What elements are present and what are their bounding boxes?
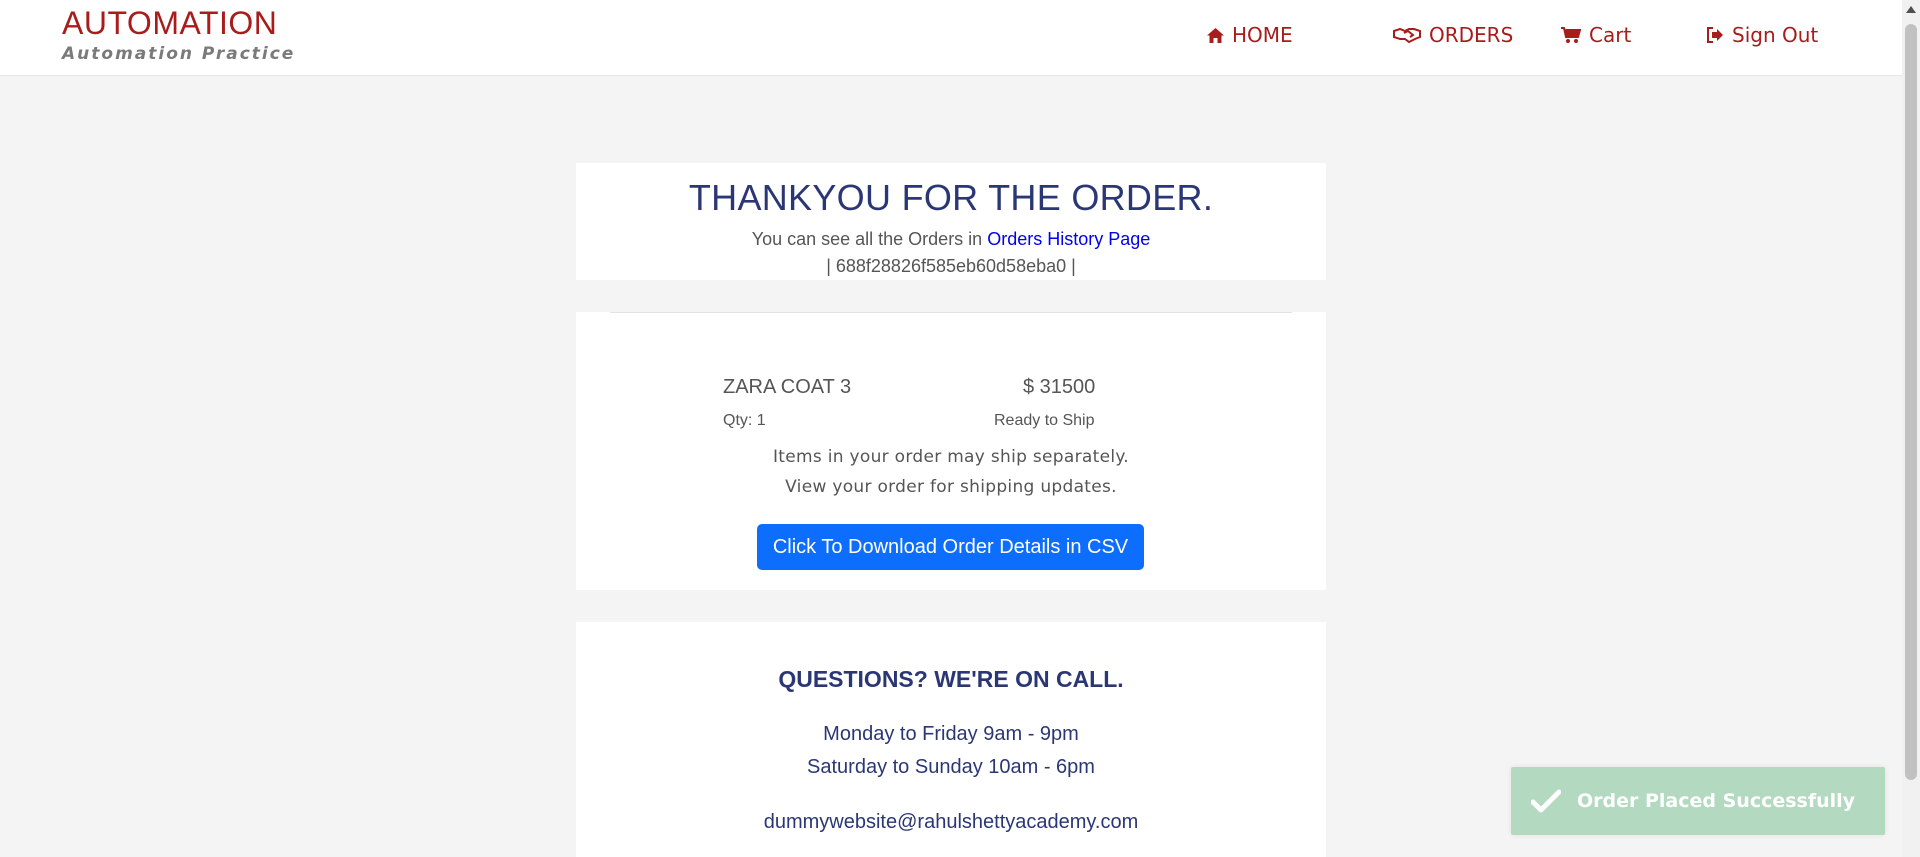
toast-message: Order Placed Successfully [1577, 790, 1856, 812]
order-success-toast[interactable]: Order Placed Successfully [1511, 767, 1885, 835]
order-id: | 688f28826f585eb60d58eba0 | [826, 256, 1076, 276]
orders-history-prefix: You can see all the Orders in [751, 229, 988, 249]
item-status: Ready to Ship [994, 412, 1095, 429]
item-name: ZARA COAT 3 [723, 376, 852, 398]
nav-cart-label: Cart [1589, 23, 1632, 47]
top-navbar: AUTOMATION Automation Practice HOME ORDE… [0, 0, 1902, 76]
nav-home-button[interactable]: HOME [1207, 22, 1293, 48]
item-price: $ 31500 [1023, 376, 1096, 398]
scroll-up-arrow-icon[interactable] [1906, 6, 1916, 13]
thank-you-card: THANKYOU FOR THE ORDER. You can see all … [576, 163, 1326, 280]
nav-orders-button[interactable]: ORDERS [1393, 22, 1513, 48]
handshake-icon [1393, 27, 1421, 43]
download-csv-button[interactable]: Click To Download Order Details in CSV [757, 524, 1144, 570]
orders-history-line: You can see all the Orders in Orders His… [576, 229, 1326, 250]
contact-card: QUESTIONS? WE'RE ON CALL. Monday to Frid… [576, 622, 1326, 857]
orders-history-link[interactable]: Orders History Page [987, 229, 1150, 249]
contact-email[interactable]: dummywebsite@rahulshettyacademy.com [576, 811, 1326, 834]
brand-title: AUTOMATION [62, 5, 278, 41]
brand-subtitle: Automation Practice [62, 44, 296, 64]
contact-title: QUESTIONS? WE'RE ON CALL. [778, 666, 1124, 692]
vertical-scrollbar[interactable] [1902, 0, 1920, 857]
brand-logo[interactable]: AUTOMATION Automation Practice [62, 4, 295, 64]
shipping-note-1: Items in your order may ship separately. [772, 447, 1130, 467]
home-icon [1207, 27, 1224, 43]
nav-signout-label: Sign Out [1732, 23, 1819, 47]
shipping-note-2: View your order for shipping updates. [785, 477, 1117, 497]
weekend-hours: Saturday to Sunday 10am - 6pm [807, 756, 1095, 778]
divider [610, 312, 1292, 313]
cart-icon [1561, 26, 1581, 43]
order-summary-card: ZARA COAT 3 $ 31500 Qty: 1 Ready to Ship… [576, 312, 1326, 590]
item-quantity: Qty: 1 [723, 412, 766, 429]
nav-orders-label: ORDERS [1429, 23, 1514, 47]
nav-signout-button[interactable]: Sign Out [1706, 22, 1818, 48]
nav-cart-button[interactable]: Cart [1561, 22, 1631, 48]
nav-home-label: HOME [1232, 23, 1293, 47]
thank-you-title: THANKYOU FOR THE ORDER. [688, 177, 1214, 218]
sign-out-icon [1707, 27, 1723, 43]
check-icon [1531, 789, 1561, 813]
scrollbar-thumb[interactable] [1905, 24, 1917, 780]
weekday-hours: Monday to Friday 9am - 9pm [823, 723, 1079, 745]
